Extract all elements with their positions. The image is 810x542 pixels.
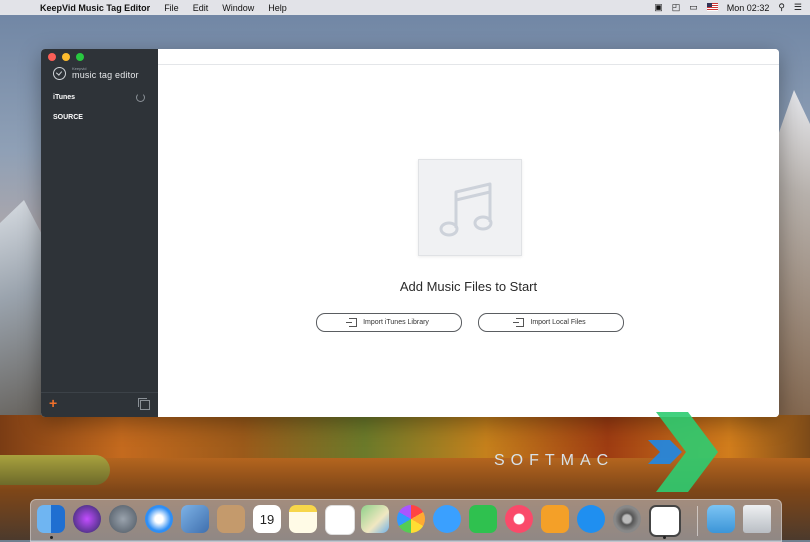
downloads-folder-icon[interactable]	[707, 505, 735, 533]
close-window-button[interactable]	[48, 53, 56, 61]
app-window: Keepvid music tag editor iTunes SOURCE +…	[41, 49, 779, 417]
sidebar-item-label: iTunes	[53, 94, 76, 101]
notes-icon[interactable]	[289, 505, 317, 533]
maximize-window-button[interactable]	[76, 53, 84, 61]
launchpad-icon[interactable]	[109, 505, 137, 533]
add-source-button[interactable]: +	[49, 396, 57, 410]
menu-file[interactable]: File	[164, 3, 179, 13]
main-panel: Add Music Files to Start Import iTunes L…	[158, 49, 779, 417]
display-tray-icon[interactable]: ▭	[689, 2, 698, 13]
dock-separator	[697, 506, 698, 536]
menu-bar: KeepVid Music Tag Editor File Edit Windo…	[0, 0, 810, 15]
toolbar-divider	[158, 64, 779, 65]
safari-icon[interactable]	[145, 505, 173, 533]
empty-state-title: Add Music Files to Start	[399, 279, 538, 294]
calendar-icon[interactable]: 19	[253, 505, 281, 533]
import-itunes-label: Import iTunes Library	[363, 319, 429, 326]
menu-window[interactable]: Window	[222, 3, 254, 13]
trash-icon[interactable]	[743, 505, 771, 533]
music-icon[interactable]	[505, 505, 533, 533]
minimize-window-button[interactable]	[62, 53, 70, 61]
sidebar-footer: +	[41, 392, 158, 417]
menu-edit[interactable]: Edit	[193, 3, 209, 13]
facetime-icon[interactable]	[469, 505, 497, 533]
stack-tray-icon[interactable]: ◰	[672, 2, 681, 13]
sidebar-section-source: SOURCE	[53, 114, 83, 121]
contacts-icon[interactable]	[217, 505, 245, 533]
import-icon	[513, 318, 525, 327]
import-local-label: Import Local Files	[530, 319, 586, 326]
finder-icon[interactable]	[37, 505, 65, 533]
sidebar: Keepvid music tag editor iTunes SOURCE +	[41, 49, 158, 417]
music-tag-editor-icon[interactable]	[649, 505, 681, 537]
menu-help[interactable]: Help	[268, 3, 287, 13]
app-menu[interactable]: KeepVid Music Tag Editor	[40, 3, 150, 13]
reminders-icon[interactable]	[325, 505, 355, 535]
finder-tray-icon[interactable]: ▣	[654, 2, 663, 13]
notification-center-icon[interactable]: ☰	[794, 2, 802, 13]
menu-clock[interactable]: Mon 02:32	[727, 3, 770, 13]
photo-browser-icon[interactable]	[181, 505, 209, 533]
menu-bar-tray: ▣ ◰ ▭ Mon 02:32 ⚲ ☰	[654, 0, 802, 15]
duplicate-icon[interactable]	[138, 398, 150, 410]
music-note-icon	[439, 182, 493, 237]
empty-state-artwork	[418, 159, 522, 256]
running-indicator	[663, 536, 666, 539]
app-logo-icon	[53, 67, 66, 80]
us-flag-icon[interactable]	[706, 2, 718, 13]
softmac-watermark: SOFTMAC	[494, 452, 615, 469]
search-icon[interactable]: ⚲	[778, 2, 785, 13]
photos-icon[interactable]	[397, 505, 425, 533]
wallpaper-shore	[0, 455, 110, 485]
window-controls	[48, 53, 84, 61]
siri-icon[interactable]	[73, 505, 101, 533]
app-store-icon[interactable]	[577, 505, 605, 533]
running-indicator	[50, 536, 53, 539]
softmac-logo-icon	[648, 412, 718, 492]
sidebar-item-itunes[interactable]: iTunes	[53, 93, 145, 102]
refresh-icon[interactable]	[136, 93, 145, 102]
system-preferences-icon[interactable]	[613, 505, 641, 533]
books-icon[interactable]	[541, 505, 569, 533]
app-logo: Keepvid music tag editor	[53, 67, 139, 80]
import-local-files-button[interactable]: Import Local Files	[478, 313, 624, 332]
import-itunes-library-button[interactable]: Import iTunes Library	[316, 313, 462, 332]
maps-icon[interactable]	[361, 505, 389, 533]
messages-icon[interactable]	[433, 505, 461, 533]
dock: 19	[30, 499, 782, 542]
import-icon	[346, 318, 358, 327]
brand-main-text: music tag editor	[72, 70, 139, 80]
calendar-day: 19	[259, 512, 275, 527]
